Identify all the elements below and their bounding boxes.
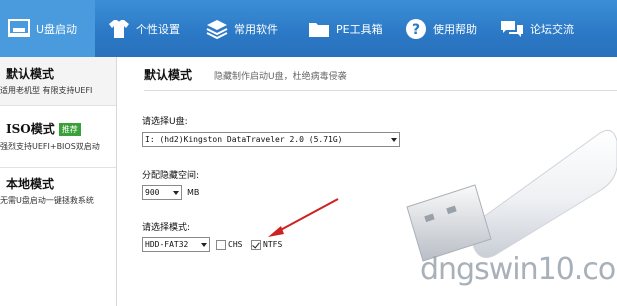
watermark-text: dngswin10.com xyxy=(420,252,617,287)
usb-flash-drive-illustration xyxy=(406,129,617,262)
arrow-shaft xyxy=(274,198,339,234)
arrow-head xyxy=(268,226,284,237)
